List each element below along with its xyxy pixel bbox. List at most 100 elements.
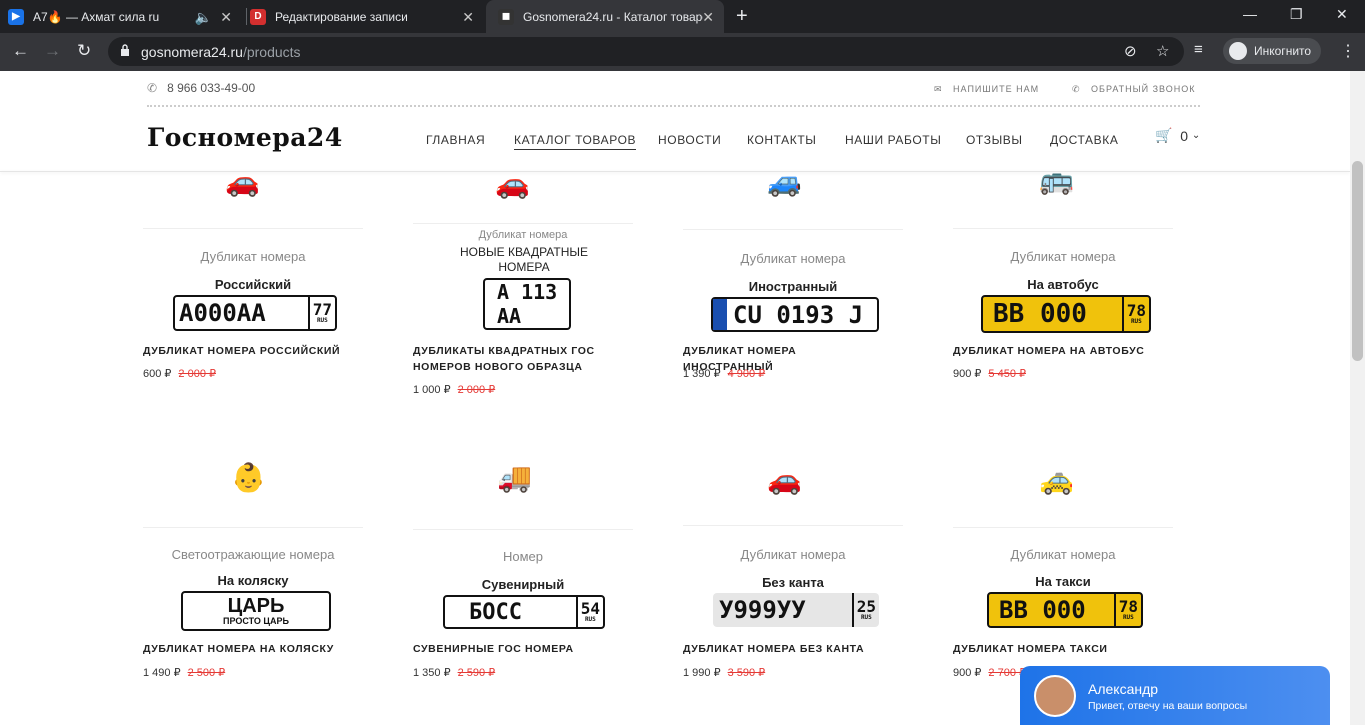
plate-number: CU 0193 J (733, 300, 864, 329)
phone-number[interactable]: 8 966 033-49-00 (167, 81, 255, 95)
license-plate: ЦАРЬ ПРОСТО ЦАРЬ (181, 591, 331, 631)
write-us-link[interactable]: ✉ Напишите нам (934, 84, 1039, 95)
reload-icon[interactable]: ↻ (77, 41, 91, 61)
cart-button[interactable]: 🛒 0 ⌄ (1155, 127, 1200, 144)
browser-tab[interactable]: ▶ A7🔥 — Ахмат сила ru 🔈 ✕ (8, 0, 242, 33)
chat-widget[interactable]: Александр Привет, отвечу на ваши вопросы (1020, 666, 1330, 725)
cart-icon: 🛒 (1155, 127, 1173, 143)
product-price: 1 490 ₽ 2 500 ₽ (143, 666, 225, 679)
current-price: 1 490 ₽ (143, 667, 181, 679)
new-tab-icon[interactable]: + (736, 5, 748, 28)
scrollbar[interactable] (1350, 71, 1365, 725)
divider (413, 223, 633, 224)
eye-off-icon[interactable]: ⊘ (1124, 42, 1137, 60)
image-kind: Российский (214, 277, 292, 292)
free-truck-icon: 🚚 (497, 462, 532, 493)
current-price: 1 990 ₽ (683, 667, 721, 679)
divider (143, 228, 363, 229)
product-card[interactable]: 🚙 Дубликат номера Иностранный CU 0193 J … (683, 166, 923, 380)
product-image[interactable]: 🚌 Дубликат номера На автобус ВВ 000 78 RU… (953, 164, 1173, 333)
current-price: 600 ₽ (143, 368, 172, 380)
menu-icon[interactable]: ⋮ (1340, 41, 1356, 61)
minimize-icon[interactable]: — (1243, 6, 1257, 22)
stroller-icon: 👶 (231, 462, 266, 493)
product-card[interactable]: 🚗 Дубликат номера Без канта У999УУ 25 RUS… (683, 461, 923, 679)
address-bar[interactable]: gosnomera24.ru/products ⊘ ☆ (108, 37, 1184, 66)
product-image[interactable]: 👶 Светоотражающие номера На коляску ЦАРЬ… (143, 461, 363, 631)
product-name[interactable]: Дубликат номера на автобус (953, 343, 1153, 359)
chevron-down-icon: ⌄ (1191, 130, 1201, 141)
region-code: 78 (1126, 301, 1146, 320)
product-card[interactable]: 🚕 Дубликат номера На такси ВВ 000 78 RUS … (953, 461, 1193, 679)
playlist-icon[interactable]: ≡ (1194, 41, 1203, 58)
product-image[interactable]: 🚗 Дубликат номера Без канта У999УУ 25 RUS (683, 461, 903, 627)
product-card[interactable]: 🚗 Дубликат номера Российский А000АА 77 RU… (143, 166, 383, 380)
product-price: 1 000 ₽ 2 000 ₽ (413, 383, 495, 396)
nav-contacts[interactable]: Контакты (747, 133, 817, 147)
product-card[interactable]: 🚌 Дубликат номера На автобус ВВ 000 78 RU… (953, 164, 1193, 380)
callback-label: Обратный звонок (1091, 84, 1196, 94)
product-image[interactable]: 🚚 Номер Сувенирный БОСС 54 RUS (413, 461, 633, 629)
site-icon: ◼ (498, 8, 514, 25)
product-name[interactable]: Сувенирные гос номера (413, 641, 613, 657)
product-price: 1 350 ₽ 2 590 ₽ (413, 666, 495, 679)
tab-title: Редактирование записи (275, 9, 408, 24)
product-card[interactable]: 🚗 Дубликат номера НОВЫЕ КВАДРАТНЫЕ НОМЕР… (413, 168, 653, 396)
current-price: 1 000 ₽ (413, 384, 451, 396)
nav-catalog[interactable]: Каталог товаров (514, 133, 637, 150)
license-plate: А 113 АА (483, 278, 571, 330)
image-kind: Сувенирный (481, 577, 565, 592)
product-image[interactable]: 🚗 Дубликат номера Российский А000АА 77 RU… (143, 166, 363, 331)
product-card[interactable]: 🚚 Номер Сувенирный БОСС 54 RUS Сувенирные… (413, 461, 653, 679)
product-image[interactable]: 🚙 Дубликат номера Иностранный CU 0193 J (683, 166, 903, 332)
browser-tab[interactable]: D Редактирование записи ✕ (250, 0, 484, 33)
current-price: 1 350 ₽ (413, 667, 451, 679)
scrollbar-thumb[interactable] (1352, 161, 1363, 361)
speaker-icon[interactable]: 🔈 (195, 9, 212, 26)
incognito-label: Инкогнито (1254, 44, 1312, 58)
product-name[interactable]: Дубликат номера на коляску (143, 641, 343, 657)
nav-home[interactable]: Главная (426, 133, 485, 147)
nav-our-works[interactable]: Наши работы (845, 133, 941, 147)
divider (683, 525, 903, 526)
product-name[interactable]: Дубликаты квадратных гос номеров нового … (413, 343, 613, 375)
product-image[interactable]: 🚗 Дубликат номера НОВЫЕ КВАДРАТНЫЕ НОМЕР… (413, 168, 633, 331)
restore-icon[interactable]: ❐ (1290, 6, 1303, 23)
product-image[interactable]: 🚕 Дубликат номера На такси ВВ 000 78 RUS (953, 461, 1173, 628)
old-price: 2 500 ₽ (187, 667, 226, 679)
browser-tab-active[interactable]: ◼ Gosnomera24.ru - Каталог товаров ✕ (486, 0, 724, 33)
callback-link[interactable]: ✆ Обратный звонок (1072, 84, 1195, 95)
window-close-icon[interactable]: ✕ (1336, 6, 1348, 23)
nav-delivery[interactable]: Доставка (1050, 133, 1118, 147)
back-icon[interactable]: ← (12, 41, 29, 61)
tab-title: Gosnomera24.ru - Каталог товаров (523, 9, 703, 24)
divider (143, 527, 363, 528)
close-icon[interactable]: ✕ (220, 9, 232, 26)
nav-reviews[interactable]: Отзывы (966, 133, 1023, 147)
plate-number: ВВ 000 (999, 596, 1086, 624)
write-us-label: Напишите нам (953, 84, 1040, 94)
close-icon[interactable]: ✕ (702, 9, 714, 26)
product-name[interactable]: Дубликат номера российский (143, 343, 343, 359)
image-kind: На автобус (1027, 277, 1099, 292)
site-logo[interactable]: Госномера24 (147, 123, 343, 152)
chat-text: Александр Привет, отвечу на ваши вопросы (1088, 681, 1247, 712)
divider (413, 529, 633, 530)
close-icon[interactable]: ✕ (462, 9, 474, 26)
license-plate: ВВ 000 78 RUS (981, 295, 1151, 333)
nav-news[interactable]: Новости (658, 133, 721, 147)
product-name[interactable]: Дубликат номера такси (953, 641, 1153, 657)
product-name[interactable]: Дубликат номера без канта (683, 641, 883, 657)
star-icon[interactable]: ☆ (1156, 42, 1169, 60)
forward-icon[interactable]: → (44, 41, 61, 61)
product-card[interactable]: 👶 Светоотражающие номера На коляску ЦАРЬ… (143, 461, 383, 679)
old-price: 3 590 ₽ (727, 667, 766, 679)
chat-message: Привет, отвечу на ваши вопросы (1088, 699, 1248, 712)
product-price: 1 990 ₽ 3 590 ₽ (683, 666, 765, 679)
phone-line: ✆ 8 966 033-49-00 (147, 81, 255, 95)
plate-number: У999УУ (719, 596, 806, 624)
region-code: 25 (856, 597, 876, 616)
incognito-badge[interactable]: Инкогнито (1223, 38, 1322, 64)
region-code: 77 (312, 300, 332, 319)
plate-region: 77 RUS (307, 297, 335, 329)
